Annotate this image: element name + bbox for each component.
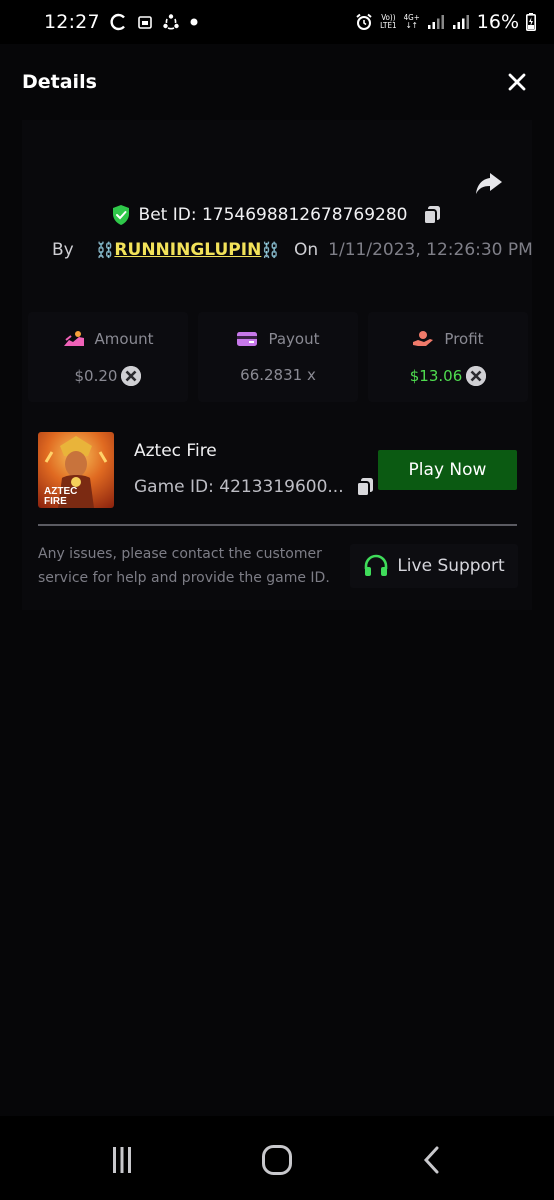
back-icon xyxy=(423,1146,439,1174)
bet-id: Bet ID: 1754698812678769280 xyxy=(138,205,408,225)
payout-label: Payout xyxy=(268,330,320,348)
bet-date: 1/11/2023, 12:26:30 PM xyxy=(328,240,533,260)
amount-value-row: $0.20 xyxy=(75,366,142,386)
alarm-icon xyxy=(356,13,372,30)
username-link[interactable]: RUNNINGLUPIN xyxy=(114,240,261,260)
system-nav-bar xyxy=(0,1116,554,1200)
game-art-image: AZTEC FIRE xyxy=(44,436,108,508)
live-support-label: Live Support xyxy=(397,556,505,576)
by-label: By xyxy=(52,240,74,260)
game-id-row: Game ID: 4213319600... xyxy=(134,476,376,498)
profit-value-row: $13.06 xyxy=(410,366,487,386)
amount-value: $0.20 xyxy=(74,367,118,385)
currency-icon xyxy=(121,366,142,386)
profit-label-row: Profit xyxy=(412,330,484,348)
signal-icon-2 xyxy=(452,15,469,29)
shield-check-icon xyxy=(112,205,129,225)
data-arrows-icon: ↓↑ xyxy=(405,21,418,30)
bet-stats: Amount $0.20 Payout 66.2831 x Profit $13… xyxy=(28,312,528,402)
details-header: Details xyxy=(0,44,554,120)
share-arrow-icon xyxy=(476,173,502,194)
amount-label: Amount xyxy=(94,330,154,348)
profit-label: Profit xyxy=(444,330,484,348)
currency-icon xyxy=(466,366,487,386)
chain-right-icon: ⛓️ xyxy=(261,241,281,259)
profit-stat: Profit $13.06 xyxy=(368,312,528,402)
volte-indicator: Vo)) LTE1 xyxy=(380,14,396,30)
on-label: On xyxy=(294,240,319,260)
payout-label-row: Payout xyxy=(236,330,320,348)
chain-left-icon: ⛓️ xyxy=(95,241,115,259)
home-button[interactable] xyxy=(257,1142,297,1178)
copy-icon[interactable] xyxy=(421,204,443,226)
lte-text: LTE1 xyxy=(380,21,397,30)
battery-icon xyxy=(526,13,536,31)
amount-stat: Amount $0.20 xyxy=(28,312,188,402)
network-type-indicator: 4G+ ↓↑ xyxy=(404,14,420,30)
payout-value: 66.2831 x xyxy=(240,366,316,384)
share-button[interactable] xyxy=(474,168,504,198)
payout-value-row: 66.2831 x xyxy=(240,366,316,384)
status-system-icons: Vo)) LTE1 4G+ ↓↑ 16% xyxy=(355,11,536,33)
profit-hand-icon xyxy=(413,331,434,346)
home-icon xyxy=(262,1145,292,1175)
profit-value: $13.06 xyxy=(409,367,463,385)
close-button[interactable] xyxy=(502,67,532,97)
play-now-button[interactable]: Play Now xyxy=(378,450,517,490)
money-hand-icon xyxy=(63,331,84,346)
share-network-icon xyxy=(163,14,179,30)
game-thumb-title-2: FIRE xyxy=(44,496,67,507)
game-id: Game ID: 4213319600... xyxy=(134,477,344,497)
divider xyxy=(38,524,517,526)
game-thumbnail[interactable]: AZTEC FIRE xyxy=(38,432,114,508)
close-icon xyxy=(508,73,526,91)
payout-stat: Payout 66.2831 x xyxy=(198,312,358,402)
recent-apps-icon xyxy=(113,1147,131,1173)
page-title: Details xyxy=(22,71,97,93)
app-notification-icon xyxy=(137,16,152,29)
bet-id-row: Bet ID: 1754698812678769280 xyxy=(0,204,554,226)
status-notification-icons xyxy=(110,13,198,31)
back-button[interactable] xyxy=(412,1142,452,1178)
live-support-button[interactable]: Live Support xyxy=(350,544,518,588)
bet-owner-row: By ⛓️ RUNNINGLUPIN ⛓️ On 1/11/2023, 12:2… xyxy=(52,240,533,260)
sync-icon xyxy=(110,13,125,31)
signal-icon xyxy=(427,15,444,29)
status-bar: 12:27 Vo)) LTE1 4G+ ↓↑ 16% xyxy=(0,0,554,44)
dot-icon xyxy=(190,18,198,26)
headset-icon xyxy=(365,554,388,576)
game-name: Aztec Fire xyxy=(134,441,217,461)
status-time: 12:27 xyxy=(44,11,100,33)
help-text: Any issues, please contact the customer … xyxy=(38,546,330,586)
amount-label-row: Amount xyxy=(63,330,154,348)
copy-icon[interactable] xyxy=(354,476,376,498)
recent-apps-button[interactable] xyxy=(102,1142,142,1178)
battery-percent: 16% xyxy=(476,11,519,33)
card-icon xyxy=(237,332,258,346)
